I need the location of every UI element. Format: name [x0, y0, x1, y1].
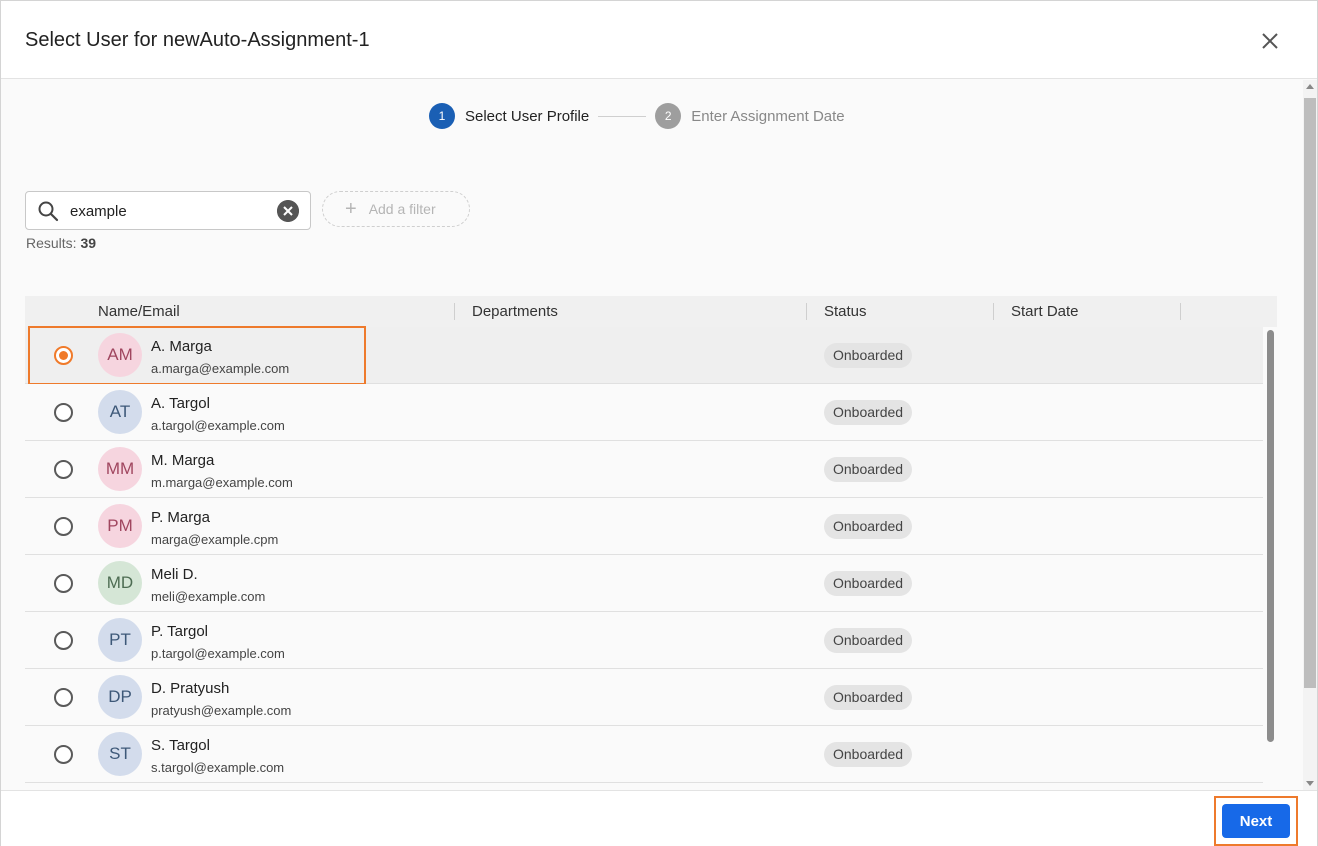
results-count: Results: 39 — [26, 235, 96, 251]
row-radio[interactable] — [54, 574, 73, 593]
table-row[interactable]: MM M. Marga m.marga@example.com Onboarde… — [25, 441, 1263, 498]
scroll-up-icon[interactable] — [1306, 84, 1314, 89]
scrollbar-thumb[interactable] — [1304, 98, 1316, 688]
status-badge: Onboarded — [824, 571, 913, 596]
avatar: AT — [98, 390, 142, 434]
next-button[interactable]: Next — [1222, 804, 1290, 838]
user-email: a.marga@example.com — [151, 361, 290, 376]
row-radio[interactable] — [54, 517, 73, 536]
table-row[interactable]: AM A. Marga a.marga@example.com Onboarde… — [25, 326, 1263, 385]
step-connector — [598, 115, 647, 117]
dialog-header: Select User for newAuto-Assignment-1 — [1, 1, 1317, 79]
avatar: DP — [98, 675, 142, 719]
close-icon[interactable] — [1255, 26, 1285, 56]
step-2-label: Enter Assignment Date — [691, 107, 845, 125]
user-name: Meli D. — [151, 566, 198, 583]
dialog-title: Select User for newAuto-Assignment-1 — [25, 29, 370, 51]
user-email: a.targol@example.com — [151, 418, 285, 433]
row-radio[interactable] — [54, 403, 73, 422]
add-filter-label: Add a filter — [368, 201, 436, 217]
table-scrollbar[interactable] — [1267, 330, 1274, 742]
avatar: AM — [98, 333, 142, 377]
user-name: P. Marga — [151, 509, 210, 526]
avatar: PM — [98, 504, 142, 548]
column-divider[interactable] — [993, 303, 994, 320]
selection-highlight — [28, 326, 366, 385]
row-radio[interactable] — [54, 460, 73, 479]
plus-icon: + — [345, 198, 357, 220]
column-header-departments[interactable]: Departments — [472, 303, 558, 320]
select-user-dialog: Select User for newAuto-Assignment-1 1 S… — [0, 0, 1318, 846]
search-icon — [38, 201, 59, 222]
table-row[interactable]: PM P. Marga marga@example.cpm Onboarded — [25, 498, 1263, 555]
dialog-body: 1 Select User Profile 2 Enter Assignment… — [1, 80, 1303, 790]
status-badge: Onboarded — [824, 685, 913, 710]
table-row[interactable]: PT P. Targol p.targol@example.com Onboar… — [25, 612, 1263, 669]
users-table: Name/Email Departments Status Start Date… — [25, 296, 1277, 790]
column-divider[interactable] — [1180, 303, 1181, 320]
status-badge: Onboarded — [824, 628, 913, 653]
user-name: M. Marga — [151, 452, 215, 469]
column-divider[interactable] — [806, 303, 807, 320]
user-name: S. Targol — [151, 737, 210, 754]
status-badge: Onboarded — [824, 400, 913, 425]
column-header-name[interactable]: Name/Email — [98, 303, 180, 320]
table-row[interactable]: ST S. Targol s.targol@example.com Onboar… — [25, 726, 1263, 783]
status-badge: Onboarded — [824, 514, 913, 539]
column-divider[interactable] — [454, 303, 455, 320]
row-radio[interactable] — [54, 688, 73, 707]
status-badge: Onboarded — [824, 742, 913, 767]
row-radio[interactable] — [54, 745, 73, 764]
dialog-footer: Next — [1, 790, 1317, 846]
status-badge: Onboarded — [824, 343, 913, 368]
table-row[interactable]: AT A. Targol a.targol@example.com Onboar… — [25, 384, 1263, 441]
table-row[interactable]: DP D. Pratyush pratyush@example.com Onbo… — [25, 669, 1263, 726]
scroll-down-icon[interactable] — [1306, 781, 1314, 786]
step-2-number: 2 — [655, 103, 682, 129]
search-box — [25, 191, 311, 230]
user-email: pratyush@example.com — [151, 703, 292, 718]
user-email: meli@example.com — [151, 589, 266, 604]
table-header: Name/Email Departments Status Start Date — [25, 296, 1277, 327]
user-name: A. Marga — [151, 338, 212, 355]
avatar: PT — [98, 618, 142, 662]
avatar: MM — [98, 447, 142, 491]
column-header-start-date[interactable]: Start Date — [1011, 303, 1079, 320]
avatar: MD — [98, 561, 142, 605]
user-email: marga@example.cpm — [151, 532, 279, 547]
step-1-number: 1 — [429, 103, 455, 129]
user-email: m.marga@example.com — [151, 475, 293, 490]
table-row[interactable]: MD Meli D. meli@example.com Onboarded — [25, 555, 1263, 612]
results-number: 39 — [80, 235, 97, 251]
user-name: A. Targol — [151, 395, 210, 412]
column-header-status[interactable]: Status — [824, 303, 867, 320]
avatar: ST — [98, 732, 142, 776]
row-radio[interactable] — [54, 631, 73, 650]
clear-search-icon[interactable] — [277, 200, 299, 222]
row-radio[interactable] — [54, 346, 73, 365]
add-filter-button[interactable]: + Add a filter — [322, 191, 470, 227]
dialog-scrollbar[interactable] — [1303, 80, 1317, 790]
status-badge: Onboarded — [824, 457, 913, 482]
next-button-highlight: Next — [1214, 796, 1298, 846]
user-name: D. Pratyush — [151, 680, 230, 697]
user-email: s.targol@example.com — [151, 760, 285, 775]
results-label: Results: — [26, 235, 77, 251]
user-email: p.targol@example.com — [151, 646, 285, 661]
step-1-label: Select User Profile — [465, 107, 590, 125]
search-input[interactable] — [70, 201, 270, 221]
user-name: P. Targol — [151, 623, 208, 640]
stepper: 1 Select User Profile 2 Enter Assignment… — [429, 103, 845, 129]
